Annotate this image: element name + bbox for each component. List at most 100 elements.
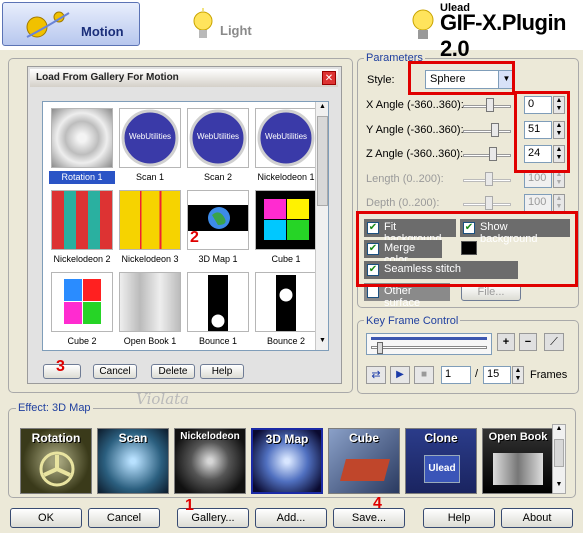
fan-icon [39, 451, 75, 487]
effect-scan[interactable]: Scan [97, 428, 169, 494]
annotation-box-style [408, 61, 515, 95]
close-icon[interactable]: ✕ [322, 71, 336, 85]
total-frames-input[interactable]: 15 [483, 366, 511, 384]
annotation-number: 4 [373, 495, 382, 512]
rotation-thumbnail [51, 108, 113, 168]
remove-keyframe-icon[interactable]: − [519, 333, 537, 351]
watermark: Violata [136, 390, 190, 408]
timeline-track[interactable] [366, 333, 492, 355]
current-frame-input[interactable]: 1 [441, 366, 471, 384]
gallery-cancel-button[interactable]: Cancel [93, 364, 137, 379]
annotation-number: 1 [185, 497, 194, 514]
depth-input[interactable]: 100 [524, 194, 552, 212]
z-angle-label: Z Angle (-360..360): [366, 148, 464, 160]
clone-ulead-logo: Ulead [424, 455, 460, 483]
help-button[interactable]: Help [423, 508, 495, 528]
loop-icon[interactable]: ⇄ [366, 366, 386, 384]
gallery-item-label: Bounce 1 [198, 336, 238, 346]
gallery-delete-button[interactable]: Delete [151, 364, 195, 379]
scroll-up-icon[interactable]: ▲ [317, 103, 328, 114]
webutilities-thumbnail: WebUtilities [255, 108, 317, 168]
z-angle-slider-thumb[interactable] [489, 147, 497, 161]
x-angle-label: X Angle (-360..360): [366, 99, 464, 111]
effect-label: Clone [424, 431, 458, 445]
gallery-thumbnails: Rotation 1 WebUtilities Scan 1 WebUtilit… [42, 101, 329, 351]
gallery-item-label: Open Book 1 [123, 336, 177, 346]
frames-label: Frames [530, 369, 568, 381]
cancel-button[interactable]: Cancel [88, 508, 160, 528]
effect-nickelodeon[interactable]: Nickelodeon [174, 428, 246, 494]
nickelodeon-thumbnail [51, 190, 113, 250]
gallery-scrollbar[interactable]: ▲ ▼ [315, 102, 328, 350]
scroll-down-icon[interactable]: ▼ [317, 337, 328, 348]
save-button[interactable]: Save... [333, 508, 405, 528]
gallery-item-label: Cube 2 [67, 336, 97, 346]
y-angle-label: Y Angle (-360..360): [366, 124, 464, 136]
effect-label: Rotation [31, 431, 81, 445]
motion-icon [26, 11, 70, 38]
effect-label: 3D Map [265, 432, 309, 446]
effect-open-book[interactable]: Open Book [482, 428, 554, 494]
scroll-thumb[interactable] [317, 116, 328, 206]
scroll-down-icon[interactable]: ▼ [553, 481, 565, 493]
z-angle-slider[interactable] [463, 154, 511, 157]
timeline-slider[interactable] [371, 346, 487, 349]
effect-label: Cube [349, 431, 379, 445]
effect-clone[interactable]: Clone Ulead [405, 428, 477, 494]
open-book-thumbnail [119, 272, 181, 332]
other-surface-label: Other surface [384, 285, 421, 309]
gallery-item[interactable]: Nickelodeon 3 [117, 190, 183, 266]
timeline-thumb[interactable] [377, 342, 383, 354]
y-angle-slider-thumb[interactable] [491, 123, 499, 137]
depth-spinner[interactable]: ▲ ▼ [553, 194, 565, 212]
gallery-item[interactable]: Rotation 1 [49, 108, 115, 184]
effect-3d-map[interactable]: 3D Map [251, 428, 323, 494]
gallery-item[interactable]: WebUtilities Scan 1 [117, 108, 183, 184]
book-shape [493, 453, 543, 485]
gallery-item[interactable]: Bounce 1 [185, 272, 251, 348]
gallery-item-label: Bounce 2 [266, 336, 306, 346]
gallery-item[interactable]: Open Book 1 [117, 272, 183, 348]
add-keyframe-icon[interactable]: + [497, 333, 515, 351]
gallery-item[interactable]: WebUtilities Scan 2 [185, 108, 251, 184]
total-frames-spinner[interactable]: ▲ ▼ [512, 366, 524, 384]
gallery-item[interactable]: Cube 2 [49, 272, 115, 348]
gallery-item[interactable]: 3D Map 1 [185, 190, 251, 266]
stop-icon[interactable]: ■ [414, 366, 434, 384]
frame-separator: / [475, 368, 479, 380]
tab-motion[interactable]: Motion [2, 2, 140, 46]
lightbulb-icon [193, 8, 213, 38]
path-tool-icon[interactable]: ⟋ [544, 333, 564, 351]
gallery-title: Load From Gallery For Motion [30, 69, 338, 87]
annotation-box-checkboxes [356, 211, 578, 287]
svg-text:WebUtilities: WebUtilities [129, 132, 171, 141]
add-button[interactable]: Add... [255, 508, 327, 528]
effect-label: Nickelodeon [180, 431, 240, 442]
gallery-help-button[interactable]: Help [200, 364, 244, 379]
gallery-item[interactable]: Cube 1 [253, 190, 319, 266]
brand-title: GIF-X.Plugin 2.0 [440, 10, 567, 61]
checkbox-empty-icon: ✔ [367, 286, 379, 298]
gallery-item[interactable]: Bounce 2 [253, 272, 319, 348]
scroll-up-icon[interactable]: ▲ [553, 425, 565, 437]
bounce-thumbnail [255, 272, 317, 332]
play-icon[interactable]: ▶ [390, 366, 410, 384]
gallery-item[interactable]: Nickelodeon 2 [49, 190, 115, 266]
effects-scrollbar[interactable]: ▲ ▼ [552, 424, 566, 494]
effect-cube[interactable]: Cube [328, 428, 400, 494]
tab-motion-label: Motion [81, 24, 124, 39]
brand-lightbulb-icon [412, 9, 434, 39]
x-angle-slider-thumb[interactable] [486, 98, 494, 112]
length-slider-thumb[interactable] [485, 172, 493, 186]
scroll-thumb[interactable] [554, 439, 564, 467]
tab-light[interactable]: Light [180, 2, 300, 46]
y-angle-slider[interactable] [463, 130, 511, 133]
timeline-range [371, 337, 487, 340]
about-button[interactable]: About [501, 508, 573, 528]
effect-rotation[interactable]: Rotation [20, 428, 92, 494]
depth-slider-thumb[interactable] [485, 196, 493, 210]
ok-button[interactable]: OK [10, 508, 82, 528]
gallery-item[interactable]: WebUtilities Nickelodeon 1 [253, 108, 319, 184]
webutilities-thumbnail: WebUtilities [187, 108, 249, 168]
svg-text:WebUtilities: WebUtilities [265, 132, 307, 141]
